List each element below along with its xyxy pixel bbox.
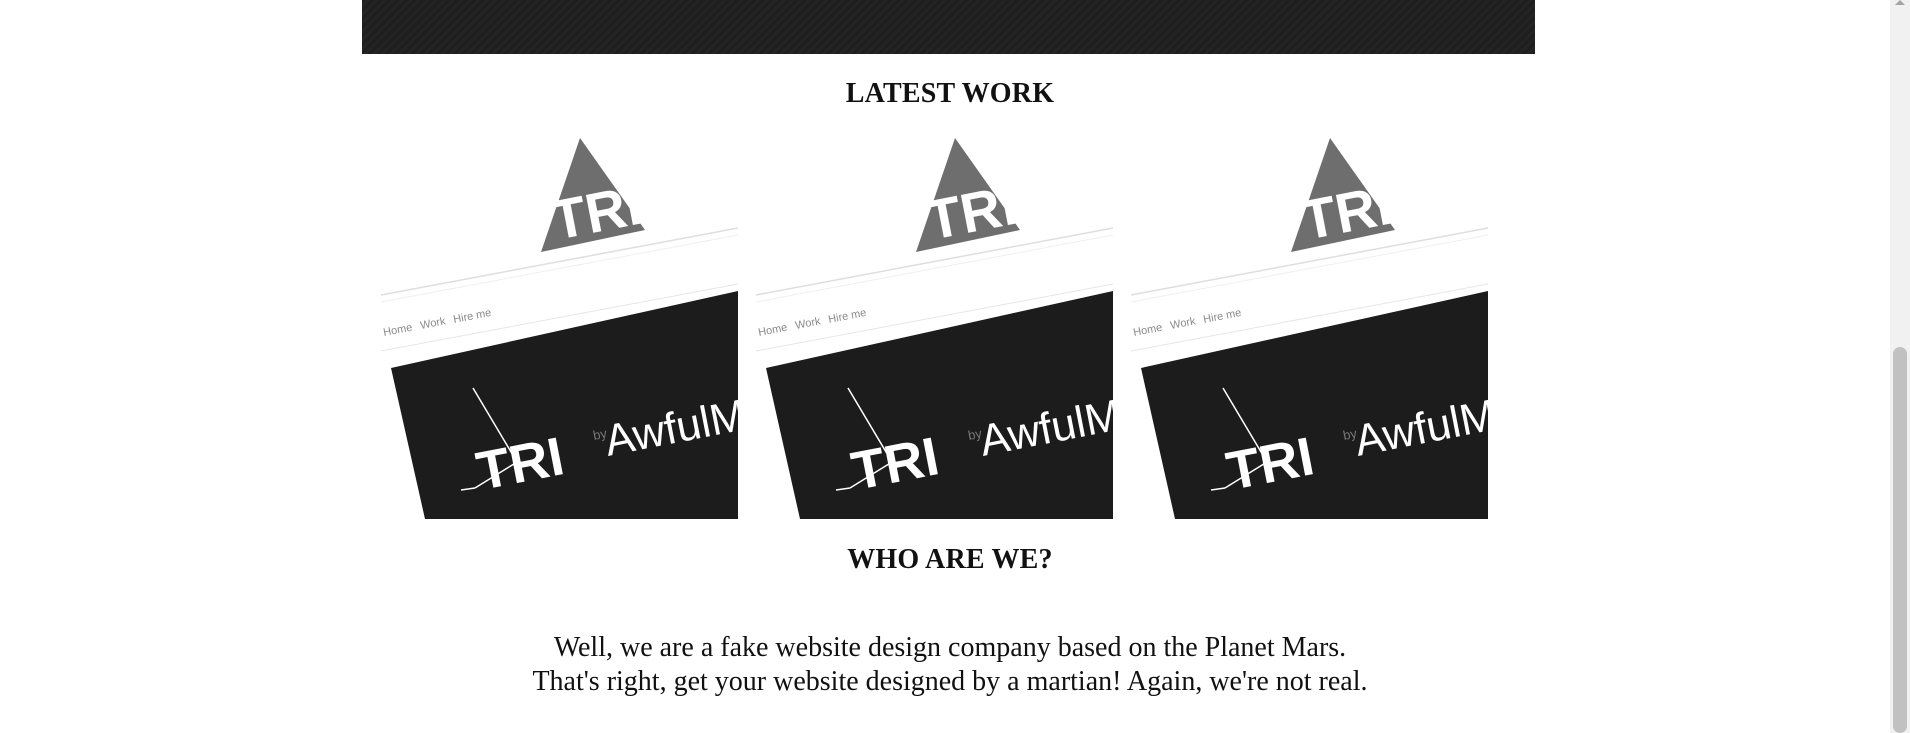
about-line-1: Well, we are a fake website design compa… <box>553 632 1347 663</box>
scrollbar-thumb[interactable] <box>1893 347 1907 733</box>
about-line-2: That's right, get your website designed … <box>532 666 1368 697</box>
header-banner <box>362 0 1535 54</box>
who-are-we-heading: WHO ARE WE? <box>847 544 1053 575</box>
svg-text:Hire me: Hire me <box>827 307 867 326</box>
svg-text:Home: Home <box>382 322 413 339</box>
svg-text:Work: Work <box>419 315 447 332</box>
svg-text:TRI: TRI <box>921 173 1022 252</box>
about-text: Well, we are a fake website design compa… <box>0 631 1900 699</box>
latest-work-heading: LATEST WORK <box>845 78 1055 109</box>
svg-text:Home: Home <box>757 322 788 339</box>
svg-text:Work: Work <box>1169 315 1197 332</box>
portfolio-thumbnail-1[interactable]: TRI Home Work Hire me TRI by AwfulM <box>381 130 738 519</box>
vertical-scrollbar[interactable] <box>1890 0 1910 733</box>
svg-text:Work: Work <box>794 315 822 332</box>
portfolio-thumbnail-2[interactable]: TRI Home Work Hire me TRI by AwfulM <box>756 130 1113 519</box>
svg-text:Hire me: Hire me <box>452 307 492 326</box>
svg-text:Home: Home <box>1132 322 1163 339</box>
portfolio-screenshot-image: TRI Home Work Hire me TRI by AwfulM <box>756 138 1113 519</box>
scroll-up-arrow-icon[interactable] <box>1895 0 1905 5</box>
svg-text:TRI: TRI <box>546 173 647 252</box>
portfolio-screenshot-image: TRI Home Work Hire me TRI by AwfulM <box>381 138 738 519</box>
portfolio-thumbnail-3[interactable]: TRI Home Work Hire me TRI by AwfulM <box>1131 130 1488 519</box>
svg-text:TRI: TRI <box>1296 173 1397 252</box>
portfolio-screenshot-image: TRI Home Work Hire me TRI by AwfulM <box>1131 138 1488 519</box>
svg-text:Hire me: Hire me <box>1202 307 1242 326</box>
